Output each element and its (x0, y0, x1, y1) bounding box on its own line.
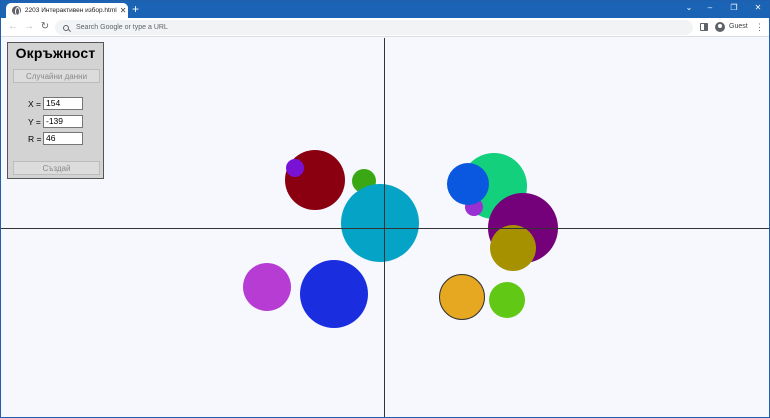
tab-active[interactable]: 2203 Интерактивен избор.html ✕ (6, 3, 128, 18)
reload-button[interactable]: ↻ (39, 21, 51, 33)
profile-avatar-icon[interactable] (715, 22, 725, 32)
browser-window: 2203 Интерактивен избор.html ✕ + ⌄ – ❐ ✕… (0, 0, 770, 418)
blue-medium-circle (447, 163, 489, 205)
side-panel-icon[interactable] (700, 23, 708, 31)
orange-circle (439, 274, 485, 320)
lime-circle (489, 282, 525, 318)
maximize-button[interactable]: ❐ (722, 3, 746, 12)
y-axis-line (384, 38, 385, 417)
browser-toolbar: ← → ↻ Search Google or type a URL Guest … (1, 18, 769, 37)
address-bar[interactable]: Search Google or type a URL (55, 20, 693, 35)
y-input[interactable]: -139 (43, 115, 83, 128)
tab-bar: 2203 Интерактивен избор.html ✕ + ⌄ – ❐ ✕ (1, 1, 769, 18)
page-viewport[interactable]: Окръжност Случайни данни X = 154 Y = -13… (1, 38, 769, 417)
minimize-button[interactable]: – (698, 3, 722, 12)
tab-title: 2203 Интерактивен избор.html (24, 7, 117, 14)
globe-icon (12, 6, 21, 16)
create-button[interactable]: Създай (13, 161, 100, 175)
profile-label[interactable]: Guest (729, 23, 748, 30)
r-row: R = 46 (28, 132, 83, 145)
olive-circle (490, 225, 536, 271)
circle-control-panel: Окръжност Случайни данни X = 154 Y = -13… (7, 42, 104, 179)
x-input[interactable]: 154 (43, 97, 83, 110)
search-icon (63, 24, 69, 31)
blue-circle (300, 260, 368, 328)
magenta-circle (243, 263, 291, 311)
new-tab-button[interactable]: + (132, 3, 139, 16)
panel-title: Окръжност (15, 45, 96, 61)
r-input[interactable]: 46 (43, 132, 83, 145)
x-row: X = 154 (28, 97, 83, 110)
x-label: X = (28, 98, 41, 109)
close-window-button[interactable]: ✕ (746, 3, 769, 12)
y-row: Y = -139 (28, 115, 83, 128)
x-axis-line (1, 228, 769, 229)
address-bar-placeholder: Search Google or type a URL (76, 24, 168, 31)
r-label: R = (28, 133, 42, 144)
y-label: Y = (28, 116, 41, 127)
cyan-circle (341, 184, 419, 262)
violet-small-circle (286, 159, 304, 177)
tab-close-icon[interactable]: ✕ (118, 6, 128, 15)
random-data-button[interactable]: Случайни данни (13, 69, 100, 83)
menu-icon[interactable]: ⋮ (755, 21, 764, 33)
forward-button[interactable]: → (23, 21, 35, 33)
back-button[interactable]: ← (7, 21, 19, 33)
